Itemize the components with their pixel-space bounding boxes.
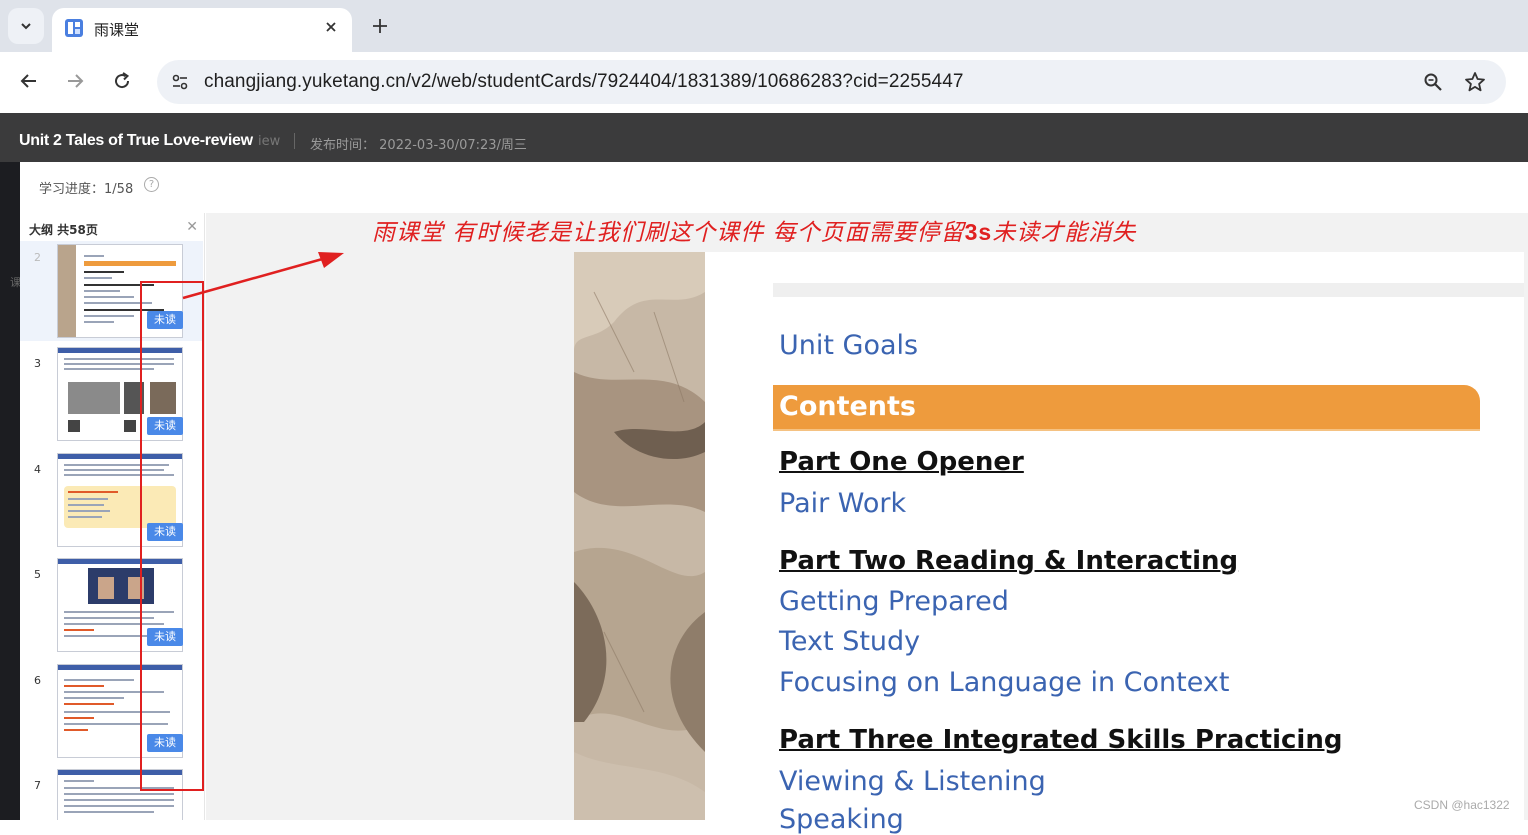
annotation-part-b: 未读才能消失 [992,220,1137,246]
publish-value: 2022-03-30/07:23/周三 [379,138,527,153]
forward-button[interactable] [60,66,90,96]
reload-button[interactable] [107,66,137,96]
tab-title: 雨课堂 [94,21,140,39]
tune-icon [172,74,188,90]
help-icon[interactable]: ? [144,177,159,192]
browser-toolbar: changjiang.yuketang.cn/v2/web/studentCar… [0,52,1528,113]
slide-number: 4 [34,463,41,476]
progress-label: 学习进度： [39,182,105,197]
unread-badge: 未读 [147,734,183,752]
url-text: changjiang.yuketang.cn/v2/web/studentCar… [204,71,964,92]
slide-number: 3 [34,357,41,370]
title-overflow-text: iew [258,134,281,149]
slide-number: 7 [34,779,41,792]
slide-number: 2 [34,251,41,264]
slide-number: 6 [34,674,41,687]
part-two-heading[interactable]: Part Two Reading & Interacting [779,546,1238,576]
part-one-heading[interactable]: Part One Opener [779,447,1024,477]
outline-item[interactable]: 7 [20,769,203,820]
publish-time: 发布时间： 2022-03-30/07:23/周三 [310,134,527,153]
progress-value: 1/58 [104,182,134,197]
slide-thumbnail [57,769,183,820]
zoom-button[interactable] [1419,68,1447,96]
back-button[interactable] [14,66,44,96]
course-header: Unit 2 Tales of True Love-review iew 发布时… [0,113,1528,162]
outline-item[interactable]: 2 未读 [20,241,203,341]
slide-top-band [773,283,1524,297]
outline-item[interactable]: 6 未读 [20,664,203,764]
outline-close-button[interactable]: ✕ [186,219,198,235]
left-rail: 课 [0,162,21,820]
outline-item[interactable]: 3 未读 [20,347,203,447]
site-info-button[interactable] [165,67,195,97]
wood-texture-image [574,252,705,820]
reload-icon [115,72,130,89]
new-tab-button[interactable] [368,14,392,38]
arrow-left-icon [20,74,36,88]
slide-viewer: Unit Goals Contents Part One Opener Pair… [206,213,1528,835]
getting-prepared-link[interactable]: Getting Prepared [779,586,1009,617]
outline-title: 大纲 共58页 [29,223,98,237]
outline-item[interactable]: 4 未读 [20,453,203,553]
divider [294,133,295,149]
courseware-title: Unit 2 Tales of True Love-review [19,132,253,149]
publish-label: 发布时间： [310,138,376,153]
plus-icon [373,19,387,33]
text-study-link[interactable]: Text Study [779,626,920,657]
tab-search-button[interactable] [8,8,44,44]
slide-number: 5 [34,568,41,581]
close-icon [326,22,336,32]
outline-item[interactable]: 5 未读 [20,558,203,658]
unread-badge: 未读 [147,523,183,541]
bookmark-button[interactable] [1461,68,1489,96]
star-icon [1465,72,1485,92]
csdn-watermark: CSDN @hac1322 [1414,798,1510,812]
unread-badge: 未读 [147,628,183,646]
slide-canvas: Unit Goals Contents Part One Opener Pair… [574,252,1524,835]
annotation-text: 雨课堂 有时候老是让我们刷这个课件 每个页面需要停留3s未读才能消失 [372,213,1136,247]
annotation-part-a: 雨课堂 有时候老是让我们刷这个课件 每个页面需要停留 [372,220,965,246]
unit-goals-link[interactable]: Unit Goals [779,330,918,361]
viewing-listening-link[interactable]: Viewing & Listening [779,766,1046,797]
annotation-bold: 3s [964,219,993,245]
focusing-language-link[interactable]: Focusing on Language in Context [779,667,1229,698]
study-progress: 学习进度：1/58 [39,178,133,197]
address-bar[interactable]: changjiang.yuketang.cn/v2/web/studentCar… [157,60,1506,104]
contents-heading: Contents [779,391,917,422]
unread-badge: 未读 [147,417,183,435]
tab-close-button[interactable] [320,16,342,38]
yuketang-favicon-icon [65,19,83,37]
browser-tab[interactable]: 雨课堂 [52,8,352,52]
pair-work-link[interactable]: Pair Work [779,488,906,519]
browser-tab-bar: 雨课堂 [0,0,1528,52]
zoom-icon [1424,73,1442,91]
arrow-right-icon [68,74,84,88]
outline-sidebar: 大纲 共58页 ✕ 2 未读 3 未读 4 未读 5 未读 6 未读 7 [20,213,205,820]
chevron-down-icon [21,23,31,30]
part-three-heading[interactable]: Part Three Integrated Skills Practicing [779,725,1342,755]
unread-badge: 未读 [147,311,183,329]
courseware-panel: 学习进度：1/58 ? 大纲 共58页 ✕ 2 未读 3 未读 4 未读 5 未… [20,162,1528,835]
contents-banner: Contents [773,385,1480,431]
